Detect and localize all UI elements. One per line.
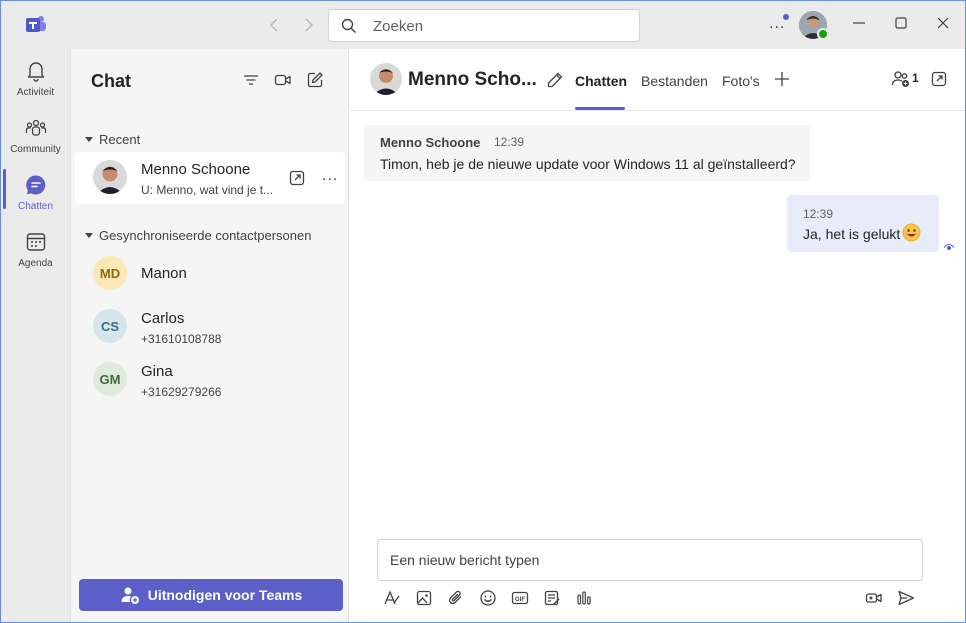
teams-logo-icon[interactable] <box>24 14 48 36</box>
contact-phone: +31629279266 <box>141 385 222 399</box>
message-text: Ja, het is gelukt <box>803 226 901 242</box>
rail-item-community[interactable]: Community <box>1 116 70 168</box>
message-outgoing[interactable]: 12:39 Ja, het is gelukt <box>787 195 939 252</box>
compose-message-input[interactable]: Een nieuw bericht typen <box>377 539 923 581</box>
caret-down-icon <box>85 233 93 239</box>
chat-item-preview: U: Menno, wat vind je t... <box>141 183 274 197</box>
filter-icon[interactable] <box>242 71 260 89</box>
caret-down-icon <box>85 137 93 143</box>
search-input[interactable]: Zoeken <box>328 9 640 42</box>
new-chat-icon[interactable] <box>306 71 324 89</box>
svg-text:GIF: GIF <box>515 597 525 603</box>
loop-component-icon[interactable] <box>543 589 561 607</box>
calendar-icon <box>24 230 48 254</box>
title-bar: Zoeken ... <box>1 1 965 49</box>
rail-label: Chatten <box>17 201 54 212</box>
search-placeholder: Zoeken <box>373 18 424 35</box>
contact-name: Carlos <box>141 310 185 327</box>
back-arrow-icon[interactable] <box>265 15 285 35</box>
invite-to-teams-button[interactable]: Uitnodigen voor Teams <box>79 579 343 611</box>
notification-dot <box>783 14 789 20</box>
app-rail: Activiteit Community Chatten Agenda <box>1 49 70 622</box>
maximize-icon[interactable] <box>891 13 911 33</box>
avatar: MD <box>93 256 127 290</box>
contact-name: Manon <box>141 265 187 282</box>
contact-item-gina[interactable]: GM Gina +31629279266 <box>75 354 345 406</box>
format-text-icon[interactable] <box>383 589 401 607</box>
avatar <box>93 160 127 194</box>
conversation-header: Menno Scho... Chatten Bestanden Foto's 1 <box>350 49 965 111</box>
tab-active-underline <box>575 107 625 110</box>
avatar[interactable] <box>370 63 402 95</box>
tab-photos[interactable]: Foto's <box>722 73 760 89</box>
teams-window: Zoeken ... Activiteit Community Chatten … <box>0 0 966 623</box>
conversation-title: Menno Scho... <box>408 69 537 90</box>
bell-icon <box>24 59 48 83</box>
chat-list-title: Chat <box>91 71 131 91</box>
person-add-icon <box>120 585 140 605</box>
rail-item-calendar[interactable]: Agenda <box>1 230 70 282</box>
close-icon[interactable] <box>933 13 953 33</box>
chat-icon <box>24 173 48 197</box>
contact-item-carlos[interactable]: CS Carlos +31610108788 <box>75 301 345 353</box>
video-call-icon[interactable] <box>274 71 292 89</box>
rail-label: Activiteit <box>16 87 55 98</box>
message-time: 12:39 <box>494 135 525 149</box>
invite-label: Uitnodigen voor Teams <box>147 587 303 603</box>
rail-label: Agenda <box>18 258 53 269</box>
contact-name: Gina <box>141 363 173 380</box>
forward-arrow-icon[interactable] <box>298 15 318 35</box>
attach-icon[interactable] <box>447 589 465 607</box>
popout-icon[interactable] <box>930 70 948 88</box>
rail-item-chat[interactable]: Chatten <box>1 173 70 225</box>
tab-chat[interactable]: Chatten <box>575 73 627 89</box>
chat-more-button[interactable]: ... <box>322 167 338 185</box>
search-icon <box>341 18 357 34</box>
message-incoming[interactable]: Menno Schoone 12:39 Timon, heb je de nie… <box>364 125 810 181</box>
tab-files[interactable]: Bestanden <box>641 73 708 89</box>
section-synced-contacts[interactable]: Gesynchroniseerde contactpersonen <box>85 228 311 243</box>
read-receipt-eye-icon <box>943 241 955 253</box>
chat-list-panel: Chat Recent Menno Schoone U: Menno, wat … <box>70 49 349 622</box>
compose-toolbar: GIF <box>377 587 923 611</box>
message-time: 12:39 <box>803 207 834 221</box>
message-text: Timon, heb je de nieuwe update voor Wind… <box>380 156 796 172</box>
contact-phone: +31610108788 <box>141 332 222 346</box>
video-clip-icon[interactable] <box>865 589 883 607</box>
chat-item-name: Menno Schoone <box>141 161 251 178</box>
people-community-icon <box>24 116 48 140</box>
avatar: GM <box>93 362 127 396</box>
participants-icon[interactable] <box>891 69 911 89</box>
message-list: Menno Schoone 12:39 Timon, heb je de nie… <box>350 111 965 531</box>
poll-icon[interactable] <box>575 589 593 607</box>
smiley-emoji-icon <box>902 223 921 242</box>
emoji-icon[interactable] <box>479 589 497 607</box>
minimize-icon[interactable] <box>849 13 869 33</box>
pencil-icon[interactable] <box>546 71 564 89</box>
rail-label: Community <box>10 144 61 155</box>
rail-item-activity[interactable]: Activiteit <box>1 59 70 111</box>
section-synced-label: Gesynchroniseerde contactpersonen <box>99 228 312 243</box>
avatar: CS <box>93 309 127 343</box>
chat-item-menno[interactable]: Menno Schoone U: Menno, wat vind je t...… <box>75 152 345 204</box>
contact-item-manon[interactable]: MD Manon <box>75 248 345 300</box>
image-icon[interactable] <box>415 589 433 607</box>
message-sender: Menno Schoone <box>380 135 481 150</box>
section-recent[interactable]: Recent <box>85 132 140 147</box>
popout-icon[interactable] <box>288 169 306 187</box>
participants-count: 1 <box>912 71 919 85</box>
presence-available-icon <box>817 28 829 40</box>
send-icon[interactable] <box>897 589 915 607</box>
compose-placeholder: Een nieuw bericht typen <box>390 552 540 568</box>
add-tab-icon[interactable] <box>773 70 791 88</box>
gif-icon[interactable]: GIF <box>511 589 529 607</box>
section-recent-label: Recent <box>99 132 141 147</box>
